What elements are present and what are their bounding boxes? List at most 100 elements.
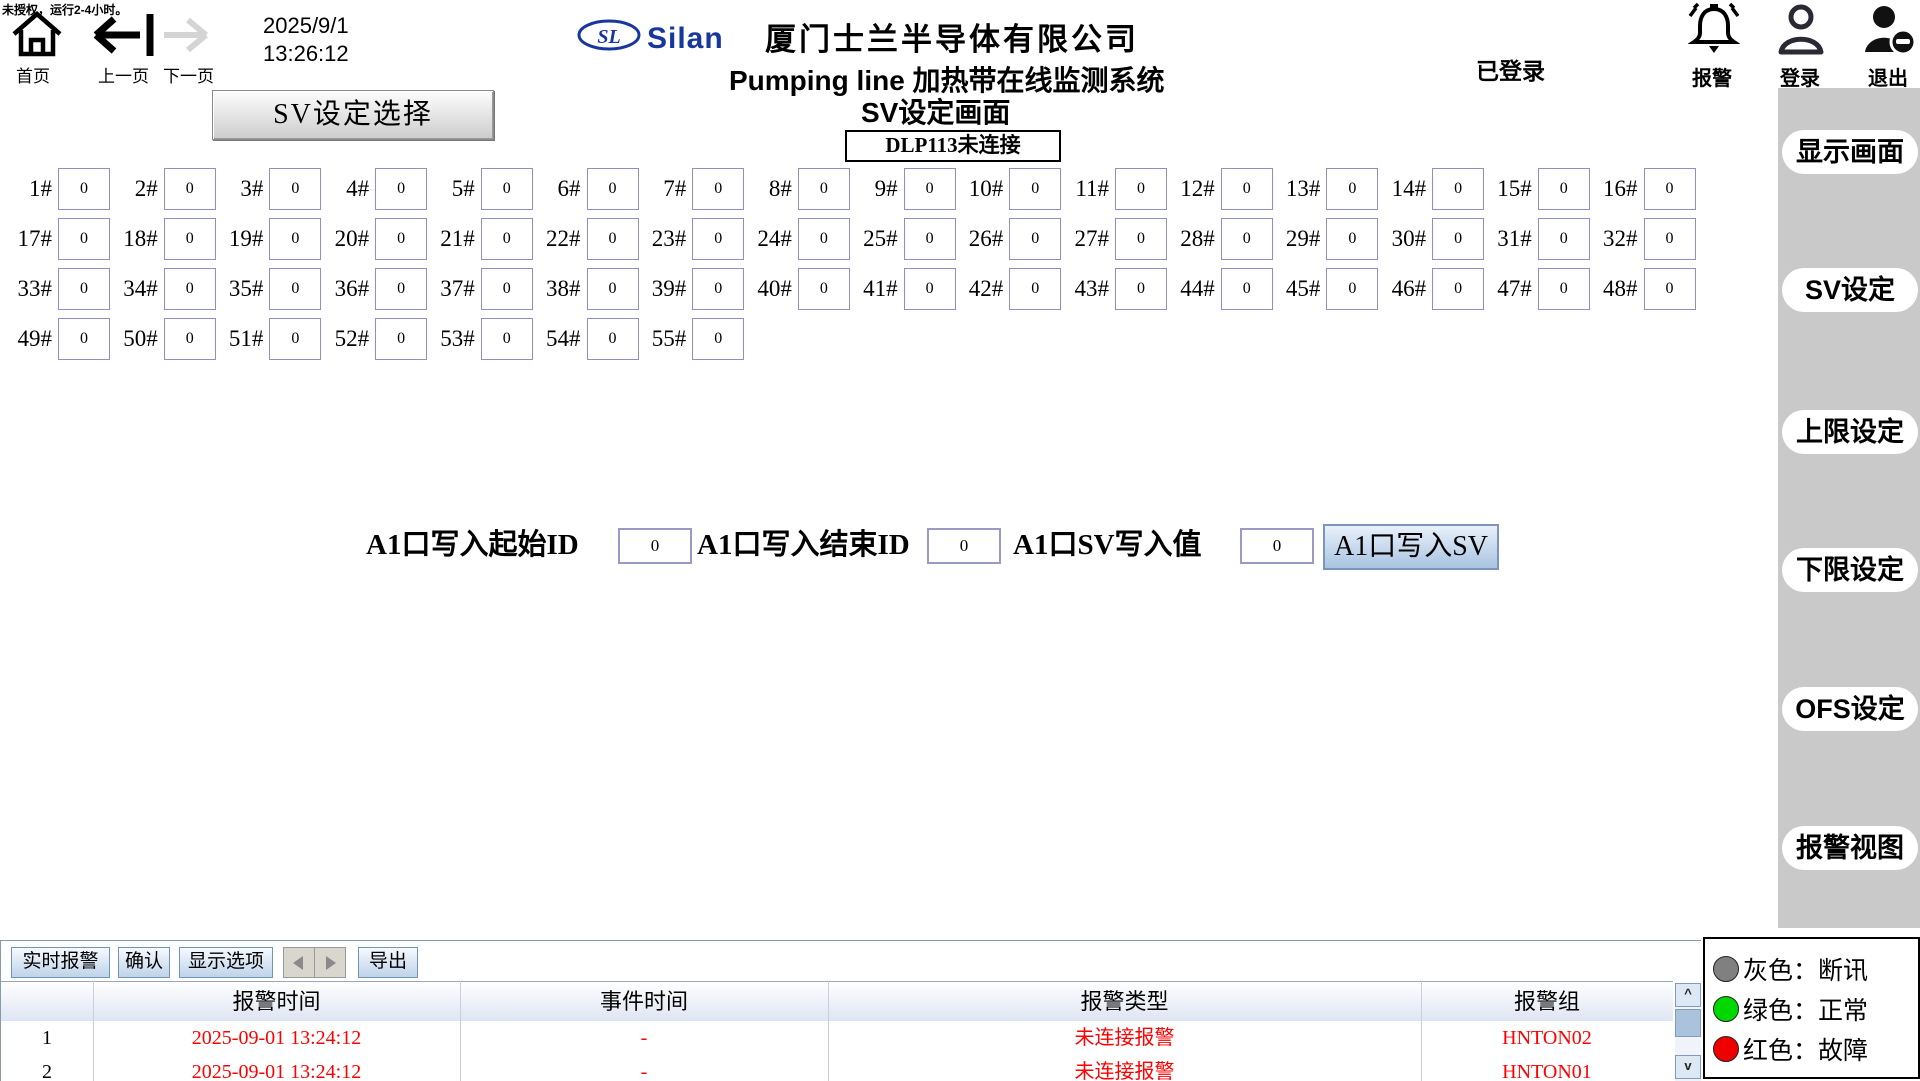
sv-cell-label: 3# [201,168,269,210]
legend-label: 绿色：正常 [1743,991,1868,1027]
sv-cell-label: 19# [201,218,269,260]
a1-start-id-input[interactable]: 0 [618,528,692,564]
next-page-label: 下一页 [163,62,214,87]
sv-cell-label: 16# [1576,168,1644,210]
sv-cell: 16#0 [1576,168,1696,210]
prev-page-label: 上一页 [98,62,149,87]
sv-cell: 19#0 [201,218,321,260]
sv-cell-label: 49# [0,318,58,360]
sv-cell: 14#0 [1364,168,1484,210]
scrollbar-thumb[interactable] [1675,1009,1701,1037]
alarm-prev-button[interactable] [283,947,315,978]
sv-cell: 29#0 [1258,218,1378,260]
sv-value-input-55#[interactable]: 0 [692,318,744,360]
sv-cell: 3#0 [201,168,321,210]
next-page-button[interactable] [160,14,212,56]
device-status-badge: DLP113未连接 [845,130,1061,162]
status-legend: 灰色：断讯绿色：正常红色：故障 [1703,937,1920,1079]
alarm-cell-type: 未连接报警 [828,1055,1421,1081]
sv-value-input-48#[interactable]: 0 [1644,268,1696,310]
realtime-alarm-button[interactable]: 实时报警 [11,947,110,978]
home-button[interactable] [10,8,64,58]
alarm-cell-num: 2 [1,1055,93,1081]
alarm-button[interactable] [1688,2,1740,56]
svg-text:SL: SL [597,26,620,48]
a1-end-id-input[interactable]: 0 [927,528,1001,564]
prev-page-button[interactable] [90,12,162,58]
alarm-row[interactable]: 12025-09-01 13:24:12-未连接报警HNTON02 [1,1021,1673,1056]
sv-cell-label: 4# [307,168,375,210]
alarm-cell-alarm_time: 2025-09-01 13:24:12 [93,1055,460,1081]
sv-cell: 20#0 [307,218,427,260]
sv-cell: 7#0 [624,168,744,210]
alarm-row[interactable]: 22025-09-01 13:24:12-未连接报警HNTON01 [1,1055,1673,1081]
sidebar-item-alarm-view[interactable]: 报警视图 [1782,826,1918,870]
logout-button[interactable] [1863,4,1917,56]
sv-cell: 40#0 [730,268,850,310]
sv-value-input-16#[interactable]: 0 [1644,168,1696,210]
sidebar-item-lower-limit[interactable]: 下限设定 [1782,548,1918,592]
sv-cell-label: 51# [201,318,269,360]
sv-cell-label: 2# [96,168,164,210]
sv-cell-label: 27# [1047,218,1115,260]
login-button[interactable] [1776,4,1826,56]
legend-label: 红色：故障 [1743,1031,1868,1067]
left-triangle-icon [293,956,303,970]
scrollbar-down-button[interactable]: v [1675,1055,1701,1079]
alarm-bell-icon [1688,2,1740,56]
confirm-button[interactable]: 确认 [118,947,170,978]
a1-write-sv-button[interactable]: A1口写入SV [1323,524,1499,570]
sv-cell: 30#0 [1364,218,1484,260]
sv-cell: 50#0 [96,318,216,360]
sv-cell: 43#0 [1047,268,1167,310]
sv-cell: 52#0 [307,318,427,360]
sv-cell-label: 21# [413,218,481,260]
sv-cell: 32#0 [1576,218,1696,260]
sv-cell: 45#0 [1258,268,1378,310]
sv-cell: 23#0 [624,218,744,260]
column-header: 报警类型 [828,982,1421,1022]
sv-cell-label: 17# [0,218,58,260]
alarm-cell-event_time: - [460,1021,828,1055]
sv-cell: 48#0 [1576,268,1696,310]
sv-cell-label: 24# [730,218,798,260]
sv-cell-label: 18# [96,218,164,260]
sv-cell-label: 46# [1364,268,1432,310]
sv-select-button[interactable]: SV设定选择 [212,90,494,140]
alarm-next-button[interactable] [314,947,346,978]
column-divider [460,981,461,1081]
sidebar-item-ofs-setting[interactable]: OFS设定 [1782,687,1918,731]
sidebar [1778,88,1920,928]
sidebar-item-upper-limit[interactable]: 上限设定 [1782,410,1918,454]
sv-cell-label: 22# [519,218,587,260]
a1-end-id-label: A1口写入结束ID [697,527,910,563]
column-header: 报警时间 [93,982,460,1022]
alarm-cell-num: 1 [1,1021,93,1055]
export-button[interactable]: 导出 [358,947,418,978]
sv-value-input-32#[interactable]: 0 [1644,218,1696,260]
sv-cell: 39#0 [624,268,744,310]
column-header: 报警组 [1421,982,1673,1022]
legend-item: 红色：故障 [1713,1035,1868,1063]
display-options-button[interactable]: 显示选项 [179,947,273,978]
sv-cell: 28#0 [1153,218,1273,260]
sv-cell: 33#0 [0,268,110,310]
a1-sv-value-label: A1口SV写入值 [1013,527,1202,563]
sv-cell: 31#0 [1470,218,1590,260]
a1-sv-value-input[interactable]: 0 [1240,528,1314,564]
scrollbar-up-button[interactable]: ^ [1675,983,1701,1007]
sv-cell: 54#0 [519,318,639,360]
sv-cell: 34#0 [96,268,216,310]
sv-cell: 6#0 [519,168,639,210]
home-label: 首页 [16,62,50,87]
sv-cell-label: 12# [1153,168,1221,210]
sidebar-item-display-screen[interactable]: 显示画面 [1782,130,1918,174]
right-triangle-icon [326,956,336,970]
sv-cell: 15#0 [1470,168,1590,210]
sv-cell-label: 44# [1153,268,1221,310]
sidebar-item-sv-setting[interactable]: SV设定 [1782,268,1918,312]
sv-cell-label: 35# [201,268,269,310]
silan-logo-icon: SL [576,16,642,54]
sv-cell-label: 20# [307,218,375,260]
alarm-cell-event_time: - [460,1055,828,1081]
